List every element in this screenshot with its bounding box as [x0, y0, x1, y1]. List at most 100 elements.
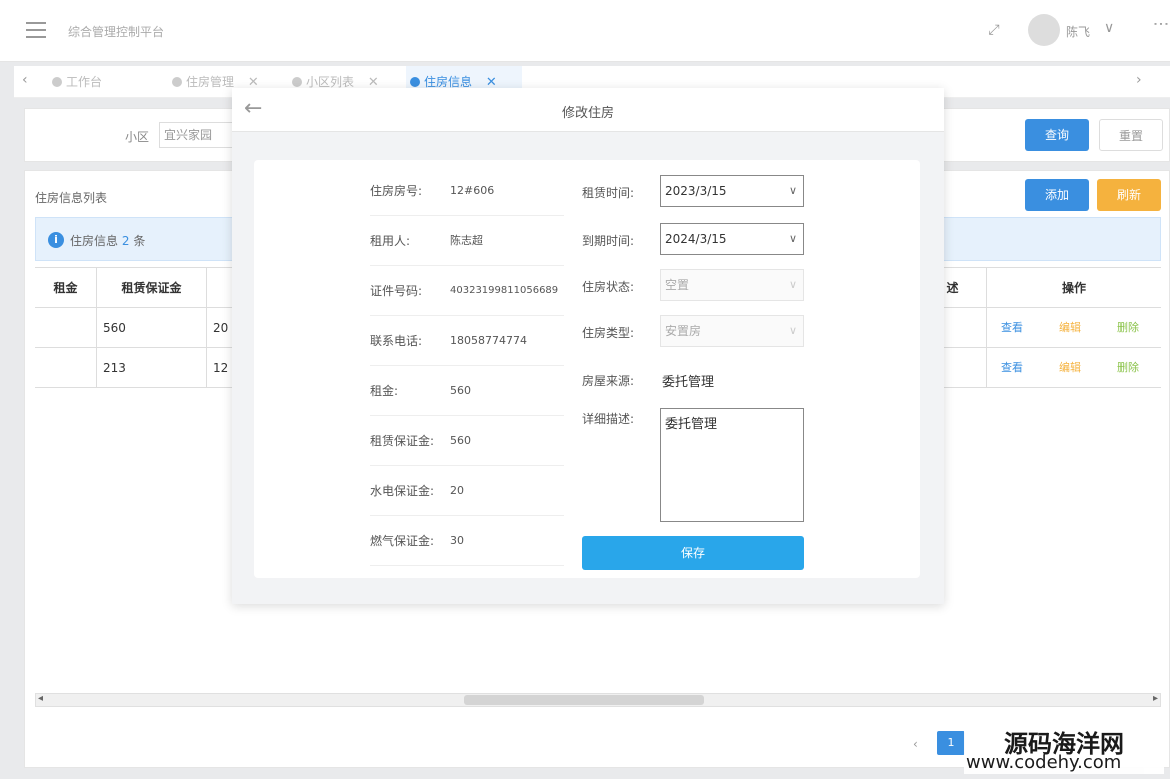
field-tenant: 租用人: 陈志超: [370, 216, 564, 266]
edit-house-modal: ← 修改住房 住房房号: 12#606 租用人: 陈志超 证件号码: 40323…: [232, 88, 944, 604]
field-utility-deposit: 水电保证金: 20: [370, 466, 564, 516]
column-header: 操作: [1061, 281, 1086, 295]
description-label: 详细描述:: [582, 412, 635, 426]
avatar[interactable]: [1028, 14, 1060, 46]
select-value: 空置: [665, 278, 690, 292]
scroll-right-icon[interactable]: ▸: [1153, 693, 1158, 704]
reset-button[interactable]: 重置: [1099, 119, 1163, 151]
view-link[interactable]: 查看: [1001, 348, 1023, 388]
tab-label: 住房管理: [186, 75, 235, 89]
field-label: 住房房号:: [370, 184, 423, 198]
column-header[interactable]: 租赁保证金: [97, 268, 207, 308]
field-value: 560: [450, 434, 471, 447]
modal-header: ← 修改住房: [232, 88, 944, 132]
field-value: 12#606: [450, 184, 495, 197]
refresh-button[interactable]: 刷新: [1097, 179, 1161, 211]
chevron-down-icon: ∨: [788, 184, 797, 197]
chevron-down-icon: ∨: [788, 232, 797, 245]
expire-time-select[interactable]: 2024/3/15 ∨: [660, 223, 804, 255]
expire-time-label: 到期时间:: [582, 234, 635, 248]
description-textarea[interactable]: 委托管理: [660, 408, 804, 522]
tab-dot: [52, 77, 62, 87]
table-cell: 560: [97, 308, 207, 348]
field-label: 租用人:: [370, 234, 411, 248]
list-title: 住房信息列表: [35, 191, 108, 205]
tab-dot: [292, 77, 302, 87]
tab-dot: [172, 77, 182, 87]
chevron-down-icon: ∨: [788, 278, 797, 291]
table-cell: 213: [97, 348, 207, 388]
modal-title: 修改住房: [561, 106, 614, 121]
field-house-number: 住房房号: 12#606: [370, 166, 564, 216]
status-select[interactable]: 空置 ∨: [660, 269, 804, 301]
tab-workbench[interactable]: 工作台: [48, 66, 102, 98]
community-label: 小区: [125, 130, 150, 144]
select-value: 2023/3/15: [665, 184, 727, 198]
form-card: 住房房号: 12#606 租用人: 陈志超 证件号码: 403231998110…: [254, 160, 920, 578]
info-count: 2: [121, 234, 130, 248]
tab-label: 小区列表: [306, 75, 355, 89]
edit-link[interactable]: 编辑: [1059, 348, 1081, 388]
tab-scroll-right-icon[interactable]: ›: [1136, 72, 1142, 88]
select-value: 安置房: [665, 324, 702, 338]
chevron-down-icon[interactable]: ∨: [1104, 20, 1114, 36]
field-label: 证件号码:: [370, 284, 423, 298]
info-prefix: 住房信息: [70, 234, 119, 248]
field-id-number: 证件号码: 40323199811056689: [370, 266, 564, 316]
scroll-left-icon[interactable]: ◂: [38, 693, 43, 704]
source-label: 房屋来源:: [582, 374, 635, 388]
edit-link[interactable]: 编辑: [1059, 308, 1081, 348]
chevron-down-icon: ∨: [788, 324, 797, 337]
info-suffix: 条: [133, 234, 146, 248]
field-rent: 租金: 560: [370, 366, 564, 416]
horizontal-scrollbar[interactable]: ◂ ▸: [35, 693, 1161, 707]
tab-scroll-left-icon[interactable]: ‹: [22, 72, 28, 88]
prev-page-icon[interactable]: ‹: [913, 737, 918, 751]
delete-link[interactable]: 删除: [1117, 308, 1139, 348]
field-value: 陈志超: [450, 234, 483, 247]
add-button[interactable]: 添加: [1025, 179, 1089, 211]
scrollbar-thumb[interactable]: [464, 695, 704, 705]
user-name[interactable]: 陈飞: [1066, 23, 1090, 40]
watermark-url: www.codehy.com: [966, 752, 1122, 773]
field-label: 联系电话:: [370, 334, 423, 348]
table-cell: [35, 348, 97, 388]
menu-icon[interactable]: [26, 22, 46, 38]
field-value: 18058774774: [450, 334, 527, 347]
field-value: 40323199811056689: [450, 285, 559, 296]
save-button[interactable]: 保存: [582, 536, 804, 570]
table-cell: [35, 308, 97, 348]
tab-dot: [410, 77, 420, 87]
source-value: 委托管理: [662, 375, 715, 390]
field-gas-deposit: 燃气保证金: 30: [370, 516, 564, 566]
rent-time-label: 租赁时间:: [582, 186, 635, 200]
app-title: 综合管理控制平台: [68, 25, 165, 39]
more-icon[interactable]: ⋮: [1152, 16, 1170, 29]
column-header[interactable]: 租金: [35, 268, 97, 308]
page-number-button[interactable]: 1: [937, 731, 965, 755]
field-label: 燃气保证金:: [370, 534, 435, 548]
field-label: 租金:: [370, 384, 399, 398]
tab-label: 工作台: [66, 75, 103, 89]
delete-link[interactable]: 删除: [1117, 348, 1139, 388]
top-header: 综合管理控制平台 ⤢ 陈飞 ∨ ⋮: [0, 0, 1170, 62]
field-value: 30: [450, 534, 464, 547]
field-label: 水电保证金:: [370, 484, 435, 498]
watermark: 源码海洋网 www.codehy.com: [964, 722, 1164, 774]
fullscreen-icon[interactable]: ⤢: [982, 18, 1006, 42]
tab-label: 住房信息: [424, 75, 473, 89]
type-label: 住房类型:: [582, 326, 635, 340]
select-value: 2024/3/15: [665, 232, 727, 246]
field-phone: 联系电话: 18058774774: [370, 316, 564, 366]
query-button[interactable]: 查询: [1025, 119, 1089, 151]
field-label: 租赁保证金:: [370, 434, 435, 448]
status-label: 住房状态:: [582, 280, 635, 294]
field-value: 20: [450, 484, 464, 497]
field-value: 560: [450, 384, 471, 397]
info-text: 住房信息 2 条: [70, 232, 145, 249]
rent-time-select[interactable]: 2023/3/15 ∨: [660, 175, 804, 207]
field-rent-deposit: 租赁保证金: 560: [370, 416, 564, 466]
info-icon: i: [48, 232, 64, 248]
type-select[interactable]: 安置房 ∨: [660, 315, 804, 347]
view-link[interactable]: 查看: [1001, 308, 1023, 348]
